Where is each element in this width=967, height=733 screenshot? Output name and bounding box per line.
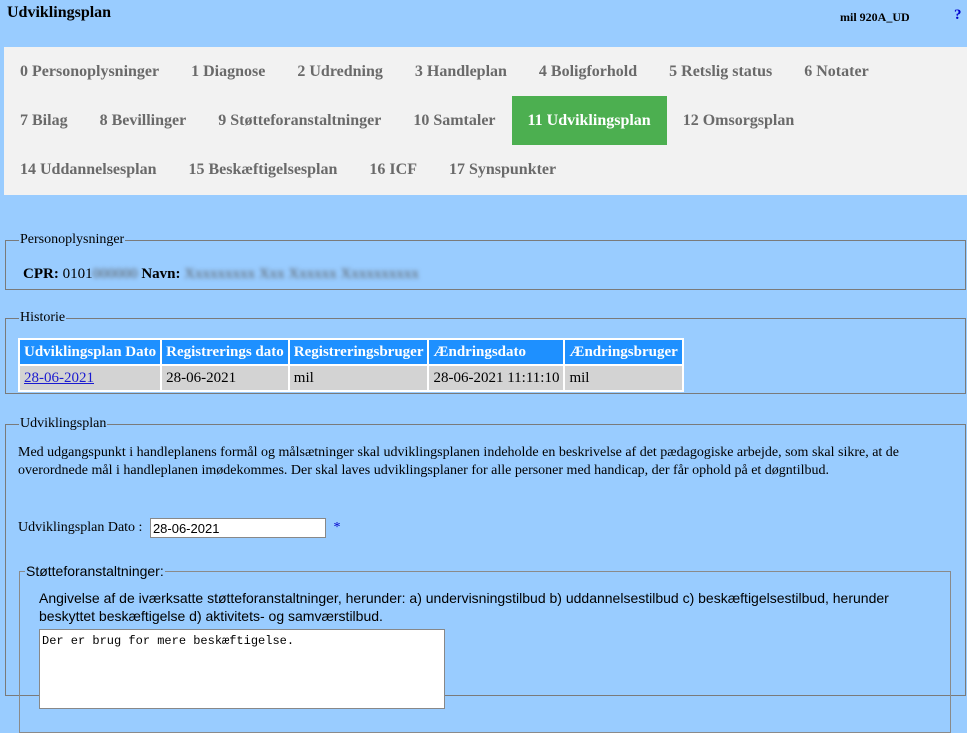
history-table: Udviklingsplan Dato Registrerings dato R… (17, 338, 684, 392)
plan-date-row: Udviklingsplan Dato : * (18, 518, 340, 538)
tab-uddannelsesplan[interactable]: 14 Uddannelsesplan (4, 145, 173, 194)
tab-diagnose[interactable]: 1 Diagnose (175, 47, 281, 96)
tab-bevillinger[interactable]: 8 Bevillinger (84, 96, 203, 145)
top-bar: Udviklingsplan mil 920A_UD ? (0, 0, 967, 46)
cell-plan-date: 28-06-2021 (17, 364, 163, 392)
page-title: Udviklingsplan (7, 4, 112, 21)
support-legend: Støtteforanstaltninger: (26, 563, 164, 579)
name-redacted: Xxxxxxxxx Xxx Xxxxxx Xxxxxxxxxx (184, 266, 419, 282)
plan-date-label: Udviklingsplan Dato : (18, 520, 143, 536)
tab-retslig-status[interactable]: 5 Retslig status (653, 47, 788, 96)
history-header-row: Udviklingsplan Dato Registrerings dato R… (17, 338, 684, 366)
cell-change-user: mil (563, 364, 684, 392)
tab-stotteforanstaltninger[interactable]: 9 Støtteforanstaltninger (202, 96, 397, 145)
support-description: Angivelse af de iværksatte støtteforanst… (39, 590, 889, 624)
col-registrerings-dato: Registrerings dato (160, 338, 290, 366)
plan-section: Udviklingsplan Med udgangspunkt i handle… (5, 416, 966, 733)
tab-row-1: 0 Personoplysninger 1 Diagnose 2 Udredni… (4, 47, 885, 96)
tab-handleplan[interactable]: 3 Handleplan (399, 47, 523, 96)
tab-samtaler[interactable]: 10 Samtaler (397, 96, 511, 145)
help-link[interactable]: ? (954, 7, 962, 24)
name-label: Navn: (141, 266, 181, 282)
person-section: Personoplysninger CPR: 0101000000 Navn: … (5, 232, 966, 290)
required-mark: * (333, 520, 341, 536)
tab-udviklingsplan[interactable]: 11 Udviklingsplan (511, 96, 667, 145)
tab-boligforhold[interactable]: 4 Boligforhold (523, 47, 653, 96)
table-row: 28-06-2021 28-06-2021 mil 28-06-2021 11:… (17, 364, 684, 392)
history-section: Historie Udviklingsplan Dato Registrerin… (5, 310, 966, 394)
support-section: Støtteforanstaltninger: Angivelse af de … (19, 563, 951, 733)
plan-date-input[interactable] (149, 518, 326, 538)
tab-icf[interactable]: 16 ICF (353, 145, 433, 194)
col-udviklingsplan-dato: Udviklingsplan Dato (17, 338, 163, 366)
plan-description: Med udgangspunkt i handleplanens formål … (18, 445, 900, 478)
cpr-line: CPR: 0101000000 Navn: Xxxxxxxxx Xxx Xxxx… (23, 266, 419, 283)
tab-bar: 0 Personoplysninger 1 Diagnose 2 Udredni… (4, 47, 967, 195)
col-aendringsbruger: Ændringsbruger (563, 338, 684, 366)
plan-date-link[interactable]: 28-06-2021 (24, 370, 94, 386)
plan-legend: Udviklingsplan (20, 416, 107, 431)
cpr-label: CPR: (23, 266, 59, 282)
tab-bilag[interactable]: 7 Bilag (4, 96, 84, 145)
cell-reg-date: 28-06-2021 (160, 364, 290, 392)
support-textarea[interactable]: Der er brug for mere beskæftigelse. (39, 629, 445, 709)
tab-row-2: 7 Bilag 8 Bevillinger 9 Støtteforanstalt… (4, 96, 810, 145)
tab-beskaeftigelsesplan[interactable]: 15 Beskæftigelsesplan (173, 145, 354, 194)
cpr-redacted: 000000 (92, 266, 138, 282)
cell-change-date: 28-06-2021 11:11:10 (427, 364, 566, 392)
tab-personoplysninger[interactable]: 0 Personoplysninger (4, 47, 175, 96)
col-registreringsbruger: Registreringsbruger (287, 338, 430, 366)
tab-notater[interactable]: 6 Notater (788, 47, 884, 96)
tab-udredning[interactable]: 2 Udredning (281, 47, 399, 96)
tab-omsorgsplan[interactable]: 12 Omsorgsplan (667, 96, 811, 145)
tab-row-3: 14 Uddannelsesplan 15 Beskæftigelsesplan… (4, 145, 572, 194)
user-code: mil 920A_UD (840, 10, 910, 24)
cpr-value: 0101 (62, 266, 93, 282)
cell-reg-user: mil (287, 364, 430, 392)
history-legend: Historie (20, 310, 66, 325)
tab-synspunkter[interactable]: 17 Synspunkter (433, 145, 572, 194)
person-legend: Personoplysninger (20, 232, 125, 247)
col-aendringsdato: Ændringsdato (427, 338, 566, 366)
